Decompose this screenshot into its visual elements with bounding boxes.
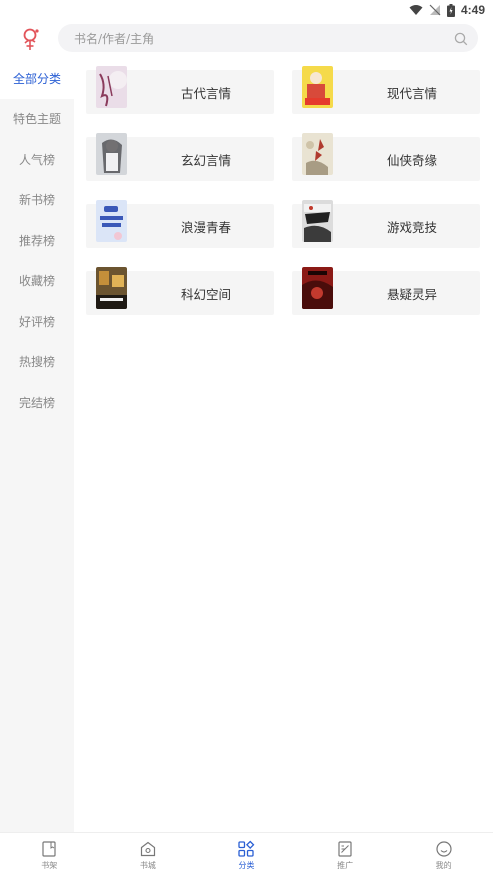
category-card-game-competition[interactable]: 游戏竞技 xyxy=(292,200,480,248)
category-sidebar: 全部分类 特色主题 人气榜 新书榜 推荐榜 收藏榜 好评榜 热搜榜 完结榜 xyxy=(0,58,74,832)
sidebar-item-rating-ranking[interactable]: 好评榜 xyxy=(0,301,74,342)
category-label: 玄幻言情 xyxy=(180,152,231,168)
category-icon xyxy=(238,840,255,857)
category-card-modern-romance[interactable]: 现代言情 xyxy=(292,66,480,114)
category-label: 悬疑灵异 xyxy=(386,286,437,302)
tab-promote[interactable]: 推广 xyxy=(296,833,395,878)
status-time: 4:49 xyxy=(460,3,485,17)
sidebar-item-label: 新书榜 xyxy=(18,193,55,208)
category-card-mystery-supernatural[interactable]: 悬疑灵异 xyxy=(292,267,480,315)
category-label: 古代言情 xyxy=(180,85,231,101)
sidebar-item-all-categories[interactable]: 全部分类 xyxy=(0,58,74,99)
sidebar-item-label: 全部分类 xyxy=(12,71,61,86)
no-signal-icon xyxy=(429,4,441,16)
book-cover-image xyxy=(302,133,333,175)
category-label: 浪漫青春 xyxy=(180,219,231,235)
search-icon[interactable] xyxy=(454,31,468,46)
tab-label: 推广 xyxy=(337,861,354,870)
category-card-sci-fi-space[interactable]: 科幻空间 xyxy=(86,267,274,315)
sidebar-item-label: 收藏榜 xyxy=(18,274,55,289)
bottom-tab-bar: 书架 书城 分类 推广 我的 xyxy=(0,832,493,878)
battery-icon xyxy=(446,3,455,17)
category-card-fantasy-romance[interactable]: 玄幻言情 xyxy=(86,133,274,181)
sidebar-item-new-book-ranking[interactable]: 新书榜 xyxy=(0,180,74,221)
book-cover-image xyxy=(96,133,127,175)
category-label: 现代言情 xyxy=(386,85,437,101)
category-label: 科幻空间 xyxy=(180,286,231,302)
promote-icon xyxy=(338,841,352,857)
sidebar-item-popular-ranking[interactable]: 人气榜 xyxy=(0,139,74,180)
sidebar-item-label: 热搜榜 xyxy=(18,355,55,370)
book-cover-image xyxy=(96,200,127,242)
book-cover-image xyxy=(96,66,127,108)
search-placeholder: 书名/作者/主角 xyxy=(74,31,155,46)
tab-label: 我的 xyxy=(435,861,452,870)
book-cover-image xyxy=(302,267,333,309)
tab-category[interactable]: 分类 xyxy=(197,833,296,878)
sidebar-item-label: 人气榜 xyxy=(18,152,55,167)
sidebar-item-featured-topics[interactable]: 特色主题 xyxy=(0,99,74,140)
header: 书名/作者/主角 xyxy=(0,20,493,56)
tab-bookshelf[interactable]: 书架 xyxy=(0,833,99,878)
category-label: 仙侠奇缘 xyxy=(386,152,437,168)
app-logo-icon[interactable] xyxy=(18,26,44,52)
search-input[interactable]: 书名/作者/主角 xyxy=(58,24,478,52)
sidebar-item-favorites-ranking[interactable]: 收藏榜 xyxy=(0,261,74,302)
bookshelf-icon xyxy=(42,841,56,857)
sidebar-item-label: 完结榜 xyxy=(18,395,55,410)
sidebar-item-label: 推荐榜 xyxy=(18,233,55,248)
sidebar-item-completed-ranking[interactable]: 完结榜 xyxy=(0,382,74,423)
profile-icon xyxy=(436,841,452,857)
tab-label: 书架 xyxy=(41,861,58,870)
book-cover-image xyxy=(302,200,333,242)
category-label: 游戏竞技 xyxy=(386,219,437,235)
tab-profile[interactable]: 我的 xyxy=(394,833,493,878)
sidebar-item-label: 好评榜 xyxy=(18,314,55,329)
tab-label: 分类 xyxy=(238,861,255,870)
sidebar-item-recommended-ranking[interactable]: 推荐榜 xyxy=(0,220,74,261)
sidebar-item-label: 特色主题 xyxy=(12,112,61,127)
category-card-ancient-romance[interactable]: 古代言情 xyxy=(86,66,274,114)
category-card-xianxia-romance[interactable]: 仙侠奇缘 xyxy=(292,133,480,181)
tab-label: 书城 xyxy=(139,861,156,870)
sidebar-item-hot-search-ranking[interactable]: 热搜榜 xyxy=(0,342,74,383)
status-bar: 4:49 xyxy=(0,0,493,20)
bookstore-icon xyxy=(140,841,155,857)
book-cover-image xyxy=(96,267,127,309)
tab-bookstore[interactable]: 书城 xyxy=(99,833,198,878)
wifi-icon xyxy=(409,4,423,16)
book-cover-image xyxy=(302,66,333,108)
category-card-romantic-youth[interactable]: 浪漫青春 xyxy=(86,200,274,248)
